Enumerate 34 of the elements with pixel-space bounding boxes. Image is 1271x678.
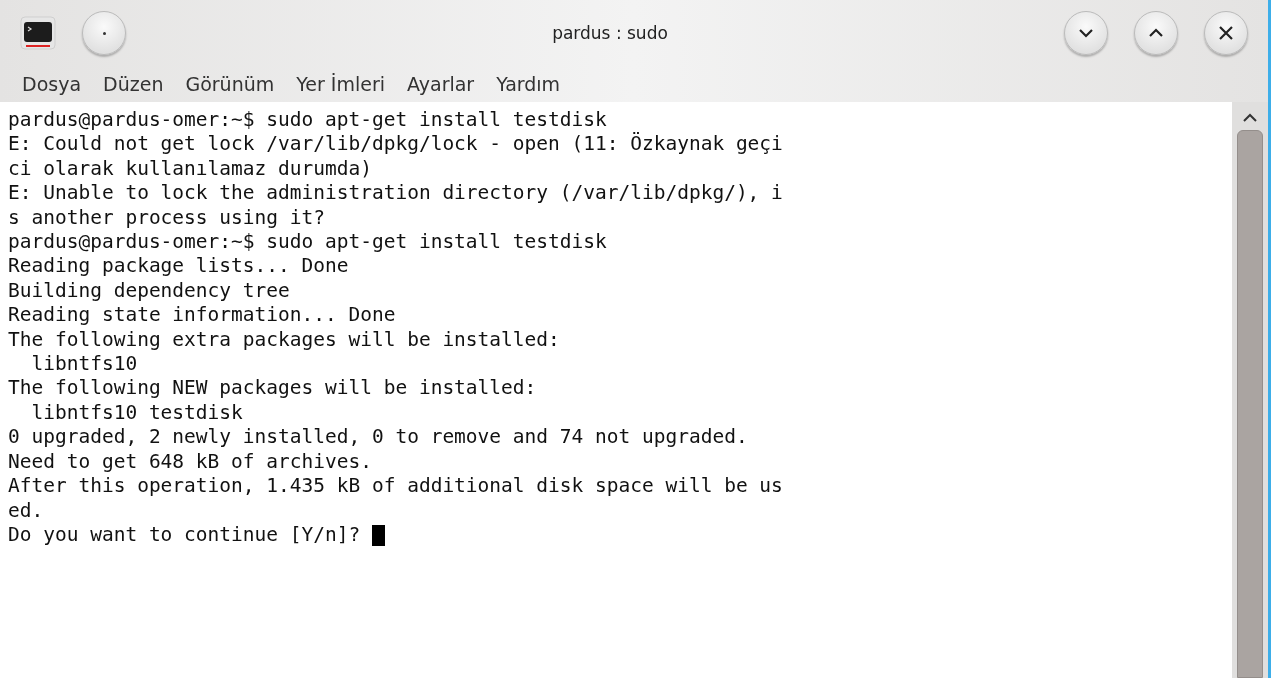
- window-title: pardus : sudo: [551, 23, 669, 43]
- terminal-line: E: Unable to lock the administration directory (/var/lib/dpkg/), i: [8, 181, 784, 206]
- terminal-line: ci olarak kullanılamaz durumda): [8, 156, 373, 182]
- menu-item[interactable]: Yer İmleri: [296, 73, 386, 95]
- close-icon: [1217, 24, 1235, 42]
- terminal-line: pardus@pardus-omer:~$ sudo apt-get install testdisk: [8, 230, 608, 255]
- terminal-line: ed.: [8, 498, 45, 523]
- terminal-line: 0 upgraded, 2 newly installed, 0 to remove and 74 not upgraded.: [8, 425, 749, 450]
- terminal-line: Reading package lists... Done: [8, 254, 350, 279]
- terminal-line: The following extra packages will be installed:: [8, 327, 561, 353]
- menu-item[interactable]: Ayarlar: [407, 73, 475, 95]
- menu-item[interactable]: Yardım: [496, 73, 561, 95]
- terminal-line: E: Could not get lock /var/lib/dpkg/lock - open (11: Özkaynak geçi: [8, 132, 784, 157]
- menu-item[interactable]: Düzen: [103, 73, 164, 95]
- terminal-line: pardus@pardus-omer:~$ sudo apt-get install testdisk: [8, 108, 608, 133]
- minimize-button[interactable]: [1064, 11, 1108, 55]
- terminal-prompt: Do you want to continue [Y/n]?: [8, 522, 362, 548]
- maximize-button[interactable]: [1134, 11, 1178, 55]
- menu-item[interactable]: Görünüm: [185, 73, 275, 95]
- pin-button[interactable]: [82, 11, 126, 55]
- terminal-line: Reading state information... Done: [8, 303, 397, 328]
- terminal-app-icon[interactable]: [20, 16, 56, 50]
- scroll-up-icon[interactable]: [1242, 112, 1258, 124]
- text-cursor: [371, 524, 385, 546]
- terminal-line: libntfs10: [30, 352, 139, 377]
- close-button[interactable]: [1204, 11, 1248, 55]
- terminal-line: Building dependency tree: [8, 278, 291, 304]
- scrollbar-thumb[interactable]: [1237, 130, 1263, 678]
- terminal-line: libntfs10 testdisk: [30, 400, 244, 426]
- terminal-line: The following NEW packages will be installed:: [8, 376, 538, 401]
- menu-item[interactable]: Dosya: [22, 73, 82, 95]
- terminal-line: s another process using it?: [8, 205, 326, 231]
- terminal-line: After this operation, 1.435 kB of additional disk space will be us: [8, 474, 784, 499]
- terminal-line: Need to get 648 kB of archives.: [8, 449, 373, 475]
